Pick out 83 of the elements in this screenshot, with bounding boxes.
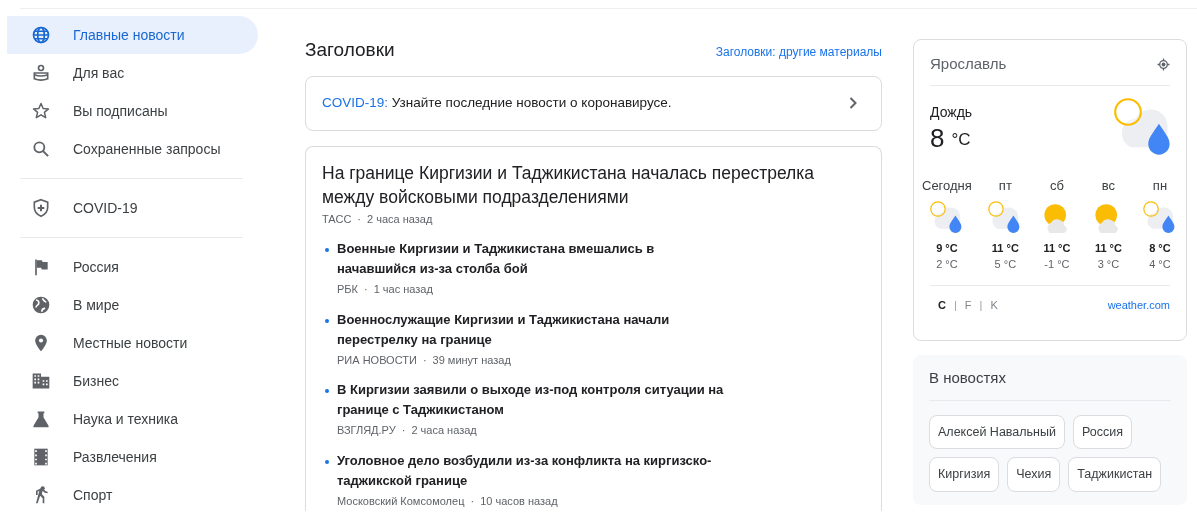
earth-icon bbox=[31, 295, 51, 315]
temperature-unit: °C bbox=[951, 129, 971, 151]
star-icon bbox=[31, 101, 51, 121]
bullet-dot bbox=[325, 459, 329, 464]
low-temperature: 5 °C bbox=[994, 257, 1017, 272]
sidebar-item[interactable]: Бизнес bbox=[7, 362, 258, 400]
topic-chip[interactable]: Чехия bbox=[1007, 457, 1061, 492]
separator-dot: · bbox=[363, 282, 368, 298]
high-temperature: 11 °C bbox=[991, 240, 1019, 256]
sidebar-item[interactable]: Россия bbox=[7, 248, 258, 286]
low-temperature: -1 °C bbox=[1044, 257, 1070, 272]
topic-chip[interactable]: Таджикистан bbox=[1068, 457, 1162, 492]
unit-separator: | bbox=[979, 298, 983, 314]
sidebar-item[interactable]: В мире bbox=[7, 286, 258, 324]
sidebar-item[interactable]: Сохраненные запросы bbox=[7, 130, 258, 168]
high-temperature: 11 °C bbox=[1094, 240, 1122, 256]
separator-dot: · bbox=[422, 352, 427, 368]
bullet-dot bbox=[325, 248, 329, 253]
chevron-right-icon bbox=[849, 97, 857, 110]
publish-time: 10 часов назад bbox=[480, 493, 558, 509]
unit-separator: | bbox=[953, 298, 957, 314]
unit-option[interactable]: C bbox=[938, 297, 946, 314]
flask-icon bbox=[31, 409, 51, 429]
sidebar-item[interactable]: Вы подписаны bbox=[7, 92, 258, 130]
sidebar-item[interactable]: COVID-19 bbox=[7, 189, 258, 227]
unit-option[interactable]: F bbox=[964, 297, 972, 314]
news-source: ТАСС bbox=[322, 211, 352, 227]
forecast-day: сб bbox=[1049, 176, 1064, 196]
covid-link[interactable]: COVID-19: bbox=[322, 95, 389, 111]
search-icon bbox=[31, 139, 51, 159]
section-heading: Заголовки bbox=[305, 39, 395, 62]
separator-dot: · bbox=[470, 493, 475, 509]
shield-plus-icon bbox=[31, 198, 51, 218]
topic-chip[interactable]: Алексей Навальный bbox=[929, 414, 1065, 450]
sidebar-item[interactable]: Спорт bbox=[7, 476, 258, 514]
high-temperature: 11 °C bbox=[1043, 240, 1071, 256]
weather-source-link[interactable]: weather.com bbox=[1107, 297, 1170, 314]
forecast-day: пт bbox=[998, 176, 1012, 196]
forecast-day: вс bbox=[1101, 176, 1116, 196]
story-title[interactable]: На границе Киргизии и Таджикистана началась перестрелка между войсковыми подразделениями bbox=[322, 160, 832, 209]
bullet-dot bbox=[325, 389, 329, 394]
more-link[interactable]: Заголовки: другие материалы bbox=[715, 43, 882, 61]
weather-condition: Дождь bbox=[930, 103, 973, 122]
news-source: ВЗГЛЯД.РУ bbox=[337, 423, 396, 439]
news-source: РБК bbox=[337, 282, 358, 298]
related-story-title[interactable]: Уголовное дело возбудили из-за конфликта на киргизско-таджикской границе bbox=[337, 450, 737, 491]
banner-text: COVID-19: Узнайте последние новости о коронавирусе. bbox=[322, 94, 672, 113]
building-icon bbox=[31, 371, 51, 391]
news-source: Московский Комсомолец bbox=[337, 493, 465, 509]
high-temperature: 8 °C bbox=[1149, 240, 1171, 256]
forecast-day: пн bbox=[1152, 176, 1168, 196]
person-icon bbox=[31, 63, 51, 83]
low-temperature: 3 °C bbox=[1097, 257, 1120, 272]
topic-chip[interactable]: Россия bbox=[1072, 414, 1132, 450]
separator-dot: · bbox=[357, 211, 361, 227]
unit-option[interactable]: K bbox=[990, 297, 998, 314]
film-strip-icon bbox=[31, 447, 51, 467]
sidebar-item[interactable]: Главные новости bbox=[7, 16, 258, 54]
high-temperature: 9 °C bbox=[936, 240, 958, 256]
sidebar-item[interactable]: Местные новости bbox=[7, 324, 258, 362]
publish-time: 1 час назад bbox=[373, 282, 433, 298]
related-story-title[interactable]: Военные Киргизии и Таджикистана вмешались в начавшийся из-за столба бой bbox=[337, 239, 737, 280]
current-temperature: 8 bbox=[930, 123, 945, 153]
sidebar-item[interactable]: Для вас bbox=[7, 54, 258, 92]
location-target-icon[interactable] bbox=[1157, 58, 1170, 71]
separator-dot: · bbox=[401, 423, 406, 439]
low-temperature: 4 °C bbox=[1149, 257, 1171, 272]
forecast-day: Сегодня bbox=[922, 176, 972, 196]
globe-icon bbox=[31, 25, 51, 45]
publish-time: 2 часа назад bbox=[367, 211, 433, 227]
city-name: Ярославль bbox=[930, 54, 1007, 75]
covid-banner[interactable]: COVID-19: Узнайте последние новости о коронавирусе. bbox=[305, 75, 882, 131]
related-story-title[interactable]: В Киргизии заявили о выходе из-под контроля ситуации на границе с Таджикистаном bbox=[337, 380, 737, 421]
sidebar-item[interactable]: Наука и техника bbox=[7, 400, 258, 438]
news-source: РИА НОВОСТИ bbox=[337, 352, 417, 368]
sidebar-item[interactable]: Развлечения bbox=[7, 438, 258, 476]
panel-title: В новостях bbox=[929, 368, 1007, 388]
related-story-title[interactable]: Военнослужащие Киргизии и Таджикистана начали перестрелку на границе bbox=[337, 309, 737, 350]
topic-chip[interactable]: Киргизия bbox=[929, 457, 1000, 492]
low-temperature: 2 °C bbox=[936, 257, 958, 272]
publish-time: 39 минут назад bbox=[432, 352, 511, 368]
bullet-dot bbox=[325, 318, 329, 323]
publish-time: 2 часа назад bbox=[411, 423, 477, 439]
